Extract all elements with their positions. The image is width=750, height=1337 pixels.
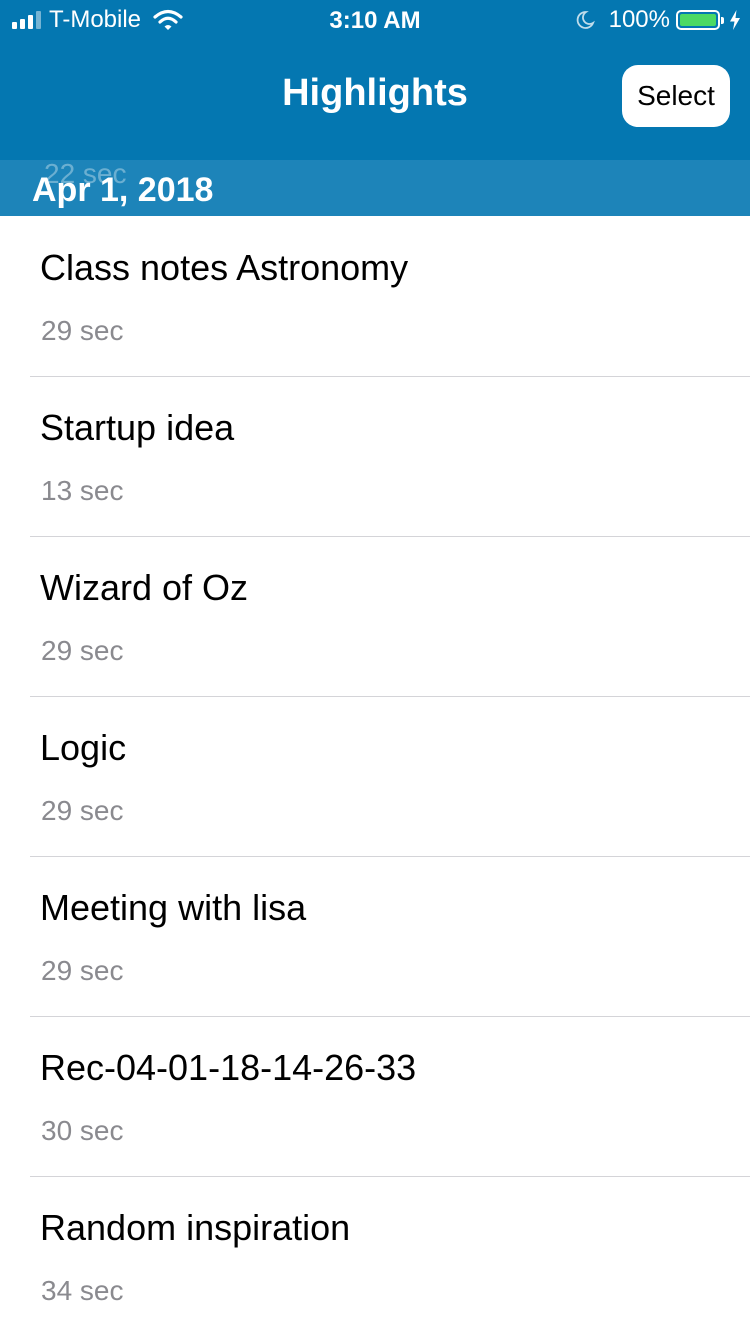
item-duration: 30 sec bbox=[41, 1115, 124, 1146]
battery-fill bbox=[680, 14, 716, 26]
item-duration: 29 sec bbox=[41, 955, 124, 986]
item-duration: 29 sec bbox=[41, 315, 124, 346]
item-title: Meeting with lisa bbox=[40, 887, 307, 928]
battery-percent: 100% bbox=[608, 6, 670, 33]
moon-icon bbox=[576, 11, 595, 29]
navigation-header: T-Mobile 3:10 AM 100% Highlights Select bbox=[0, 0, 750, 160]
list-item[interactable]: Random inspiration 34 sec bbox=[30, 1177, 750, 1337]
item-duration: 13 sec bbox=[41, 475, 124, 506]
list-item[interactable]: Wizard of Oz 29 sec bbox=[30, 537, 750, 697]
list-item[interactable]: Logic 29 sec bbox=[30, 697, 750, 857]
item-duration: 29 sec bbox=[41, 635, 124, 666]
item-duration: 29 sec bbox=[41, 795, 124, 826]
status-bar: T-Mobile 3:10 AM 100% bbox=[0, 0, 750, 40]
select-button[interactable]: Select bbox=[622, 65, 730, 127]
list-item[interactable]: Class notes Astronomy 29 sec bbox=[30, 217, 750, 377]
section-header: 22 sec Apr 1, 2018 bbox=[0, 160, 750, 216]
recording-list: Class notes Astronomy 29 sec Startup ide… bbox=[0, 217, 750, 1337]
battery-icon bbox=[676, 10, 724, 30]
item-title: Wizard of Oz bbox=[40, 567, 249, 608]
item-title: Random inspiration bbox=[40, 1207, 351, 1248]
item-title: Startup idea bbox=[40, 407, 235, 448]
item-duration: 34 sec bbox=[41, 1275, 124, 1306]
list-item[interactable]: Rec-04-01-18-14-26-33 30 sec bbox=[30, 1017, 750, 1177]
item-title: Class notes Astronomy bbox=[40, 247, 409, 288]
item-title: Logic bbox=[40, 727, 127, 768]
list-item[interactable]: Meeting with lisa 29 sec bbox=[30, 857, 750, 1017]
charging-bolt-icon bbox=[730, 10, 740, 30]
section-date: Apr 1, 2018 bbox=[32, 171, 214, 209]
list-item[interactable]: Startup idea 13 sec bbox=[30, 377, 750, 537]
item-title: Rec-04-01-18-14-26-33 bbox=[40, 1047, 417, 1088]
status-right: 100% bbox=[575, 6, 742, 34]
battery-cap bbox=[721, 17, 724, 24]
